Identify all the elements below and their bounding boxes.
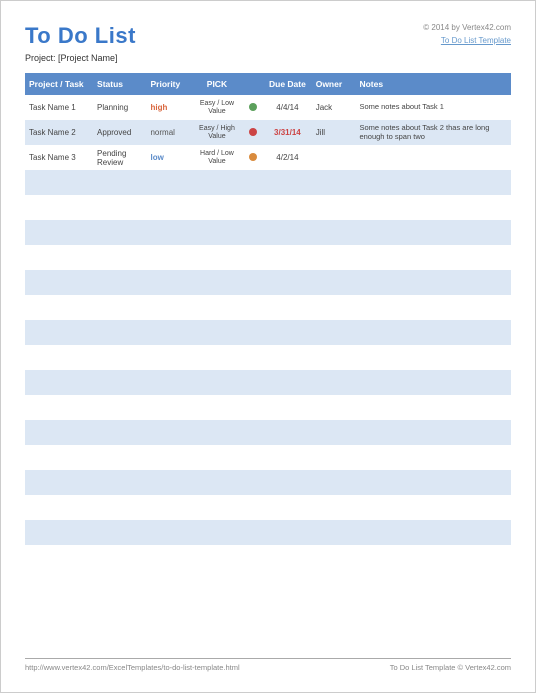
cell-due[interactable]: 4/4/14: [263, 95, 312, 120]
cell-task[interactable]: Task Name 2: [25, 120, 93, 145]
table-header-row: Project / Task Status Priority PICK Due …: [25, 73, 511, 95]
col-task: Project / Task: [25, 73, 93, 95]
col-priority: Priority: [146, 73, 190, 95]
table-row-empty[interactable]: [25, 445, 511, 470]
col-pick: PICK: [190, 73, 243, 95]
status-dot-icon: [249, 128, 257, 136]
project-label: Project:: [25, 53, 56, 63]
template-link[interactable]: To Do List Template: [423, 36, 511, 45]
table-row-empty[interactable]: [25, 220, 511, 245]
status-dot-icon: [249, 103, 257, 111]
table-row-empty[interactable]: [25, 520, 511, 545]
cell-status[interactable]: Pending Review: [93, 145, 146, 170]
footer: http://www.vertex42.com/ExcelTemplates/t…: [25, 658, 511, 672]
copyright-text: © 2014 by Vertex42.com: [423, 23, 511, 32]
cell-due[interactable]: 3/31/14: [263, 120, 312, 145]
cell-pick[interactable]: Easy / Low Value: [190, 95, 243, 120]
cell-due[interactable]: 4/2/14: [263, 145, 312, 170]
table-row-empty[interactable]: [25, 170, 511, 195]
cell-status[interactable]: Planning: [93, 95, 146, 120]
cell-owner[interactable]: Jill: [312, 120, 356, 145]
cell-task[interactable]: Task Name 3: [25, 145, 93, 170]
table-row-empty[interactable]: [25, 470, 511, 495]
cell-indicator: [244, 95, 263, 120]
cell-notes[interactable]: Some notes about Task 1: [355, 95, 511, 120]
footer-url: http://www.vertex42.com/ExcelTemplates/t…: [25, 663, 240, 672]
cell-notes[interactable]: [355, 145, 511, 170]
table-row-empty[interactable]: [25, 320, 511, 345]
page-title: To Do List: [25, 23, 136, 49]
table-row-empty[interactable]: [25, 370, 511, 395]
table-row-empty[interactable]: [25, 420, 511, 445]
table-body: Task Name 1PlanninghighEasy / Low Value 4…: [25, 95, 511, 570]
cell-notes[interactable]: Some notes about Task 2 thas are long en…: [355, 120, 511, 145]
col-due: Due Date: [263, 73, 312, 95]
cell-indicator: [244, 120, 263, 145]
todo-table: Project / Task Status Priority PICK Due …: [25, 73, 511, 570]
cell-pick[interactable]: Hard / Low Value: [190, 145, 243, 170]
status-dot-icon: [249, 153, 257, 161]
cell-priority[interactable]: low: [146, 145, 190, 170]
cell-status[interactable]: Approved: [93, 120, 146, 145]
cell-task[interactable]: Task Name 1: [25, 95, 93, 120]
footer-credit: To Do List Template © Vertex42.com: [390, 663, 511, 672]
cell-pick[interactable]: Easy / High Value: [190, 120, 243, 145]
table-row-empty[interactable]: [25, 545, 511, 570]
col-status: Status: [93, 73, 146, 95]
cell-indicator: [244, 145, 263, 170]
table-row-empty[interactable]: [25, 495, 511, 520]
project-name: [Project Name]: [58, 53, 118, 63]
col-dot: [244, 73, 263, 95]
table-row-empty[interactable]: [25, 270, 511, 295]
table-row-empty[interactable]: [25, 345, 511, 370]
project-line: Project: [Project Name]: [25, 53, 511, 63]
table-row-empty[interactable]: [25, 195, 511, 220]
table-row[interactable]: Task Name 3Pending ReviewlowHard / Low V…: [25, 145, 511, 170]
table-row[interactable]: Task Name 2ApprovednormalEasy / High Val…: [25, 120, 511, 145]
header-right: © 2014 by Vertex42.com To Do List Templa…: [423, 23, 511, 45]
table-row[interactable]: Task Name 1PlanninghighEasy / Low Value 4…: [25, 95, 511, 120]
table-row-empty[interactable]: [25, 395, 511, 420]
table-row-empty[interactable]: [25, 295, 511, 320]
cell-owner[interactable]: Jack: [312, 95, 356, 120]
cell-priority[interactable]: high: [146, 95, 190, 120]
col-notes: Notes: [355, 73, 511, 95]
col-owner: Owner: [312, 73, 356, 95]
cell-owner[interactable]: [312, 145, 356, 170]
table-row-empty[interactable]: [25, 245, 511, 270]
cell-priority[interactable]: normal: [146, 120, 190, 145]
header: To Do List © 2014 by Vertex42.com To Do …: [25, 23, 511, 49]
